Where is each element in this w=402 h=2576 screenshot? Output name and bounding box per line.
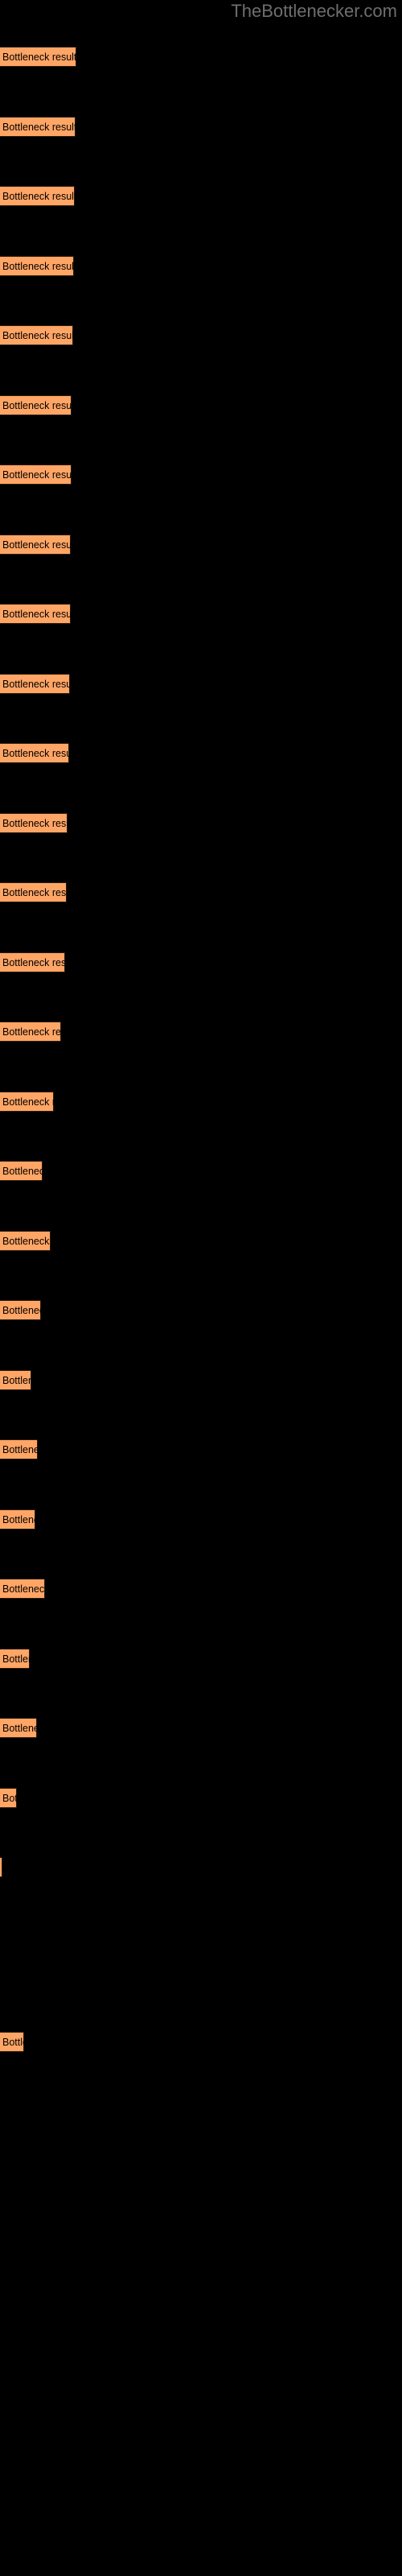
bar[interactable]: [0, 952, 65, 972]
bar[interactable]: [0, 1579, 45, 1599]
bar-row: Bottleneck result: [0, 535, 402, 555]
bar-clip: Bottleneck result: [0, 1439, 38, 1459]
bar[interactable]: [0, 47, 76, 67]
bar[interactable]: [0, 743, 69, 763]
bar[interactable]: [0, 813, 68, 833]
bar[interactable]: [0, 1439, 38, 1459]
bar[interactable]: [0, 1022, 61, 1042]
bar-row: Bottleneck result: [0, 882, 402, 902]
bar[interactable]: [0, 464, 72, 485]
bar-row: Bottleneck result: [0, 464, 402, 485]
bar-row: Bottleneck result: [0, 117, 402, 137]
bar[interactable]: [0, 395, 72, 415]
bar-row: Bottleneck result: [0, 47, 402, 67]
bar-row: Bottleneck result: [0, 1649, 402, 1669]
bar-clip: Bottleneck result: [0, 1788, 17, 1808]
bar-clip: Bottleneck result: [0, 1579, 45, 1599]
bar-clip: Bottleneck result: [0, 256, 74, 276]
bar-row: Bottleneck result: [0, 186, 402, 206]
bar-clip: Bottleneck result: [0, 1300, 41, 1320]
bar-row: Bottleneck result: [0, 1022, 402, 1042]
bar-clip: Bottleneck result: [0, 1092, 54, 1112]
bar-row: Bottleneck result: [0, 1092, 402, 1112]
bar-clip: Bottleneck result: [0, 186, 75, 206]
bar[interactable]: [0, 1092, 54, 1112]
bar-clip: Bottleneck result: [0, 2032, 24, 2052]
bar[interactable]: [0, 674, 70, 694]
bar-row: Bottleneck result: [0, 604, 402, 624]
bar-row: Bottleneck result: [0, 1300, 402, 1320]
bar[interactable]: [0, 1300, 41, 1320]
bar-clip: Bottleneck result: [0, 882, 67, 902]
bar-row: Bottleneck result: [0, 1788, 402, 1808]
bar-clip: Bottleneck result: [0, 535, 71, 555]
bar-row: Bottleneck result: [0, 2032, 402, 2052]
bar-row: Bottleneck result: [0, 1161, 402, 1181]
bar[interactable]: [0, 1788, 17, 1808]
bar-row: Bottleneck result: [0, 325, 402, 345]
bar-clip: Bottleneck result: [0, 464, 72, 485]
bar[interactable]: [0, 325, 73, 345]
bar[interactable]: [0, 186, 75, 206]
bar[interactable]: [0, 604, 71, 624]
bar-row: Bottleneck result: [0, 952, 402, 972]
bar-clip: Bottleneck result: [0, 743, 69, 763]
bar-clip: Bottleneck result: [0, 1857, 2, 1877]
bar-clip: Bottleneck result: [0, 1509, 35, 1530]
bar[interactable]: [0, 1231, 51, 1251]
bar-clip: Bottleneck result: [0, 604, 71, 624]
bar[interactable]: [0, 535, 71, 555]
bar-row: Bottleneck result: [0, 1509, 402, 1530]
bar-row: Bottleneck result: [0, 395, 402, 415]
bar-clip: Bottleneck result: [0, 325, 73, 345]
bar-clip: Bottleneck result: [0, 117, 76, 137]
bar-chart: TheBottlenecker.com Bottleneck result Bot…: [0, 0, 402, 2576]
bar-clip: Bottleneck result: [0, 395, 72, 415]
bar-row: Bottleneck result: [0, 1231, 402, 1251]
bar-clip: Bottleneck result: [0, 1231, 51, 1251]
bar[interactable]: [0, 882, 67, 902]
bar-clip: Bottleneck result: [0, 674, 70, 694]
bar-clip: Bottleneck result: [0, 1022, 61, 1042]
bar[interactable]: [0, 1649, 30, 1669]
bar-row: Bottleneck result: [0, 256, 402, 276]
bar[interactable]: [0, 1718, 37, 1738]
bar[interactable]: [0, 1509, 35, 1530]
bar-clip: Bottleneck result: [0, 47, 76, 67]
bar-row: Bottleneck result: [0, 743, 402, 763]
bar-clip: Bottleneck result: [0, 1649, 30, 1669]
bar[interactable]: [0, 2032, 24, 2052]
bar-row: Bottleneck result: [0, 1579, 402, 1599]
bar[interactable]: [0, 1161, 43, 1181]
bar[interactable]: [0, 1370, 31, 1390]
bar-row: Bottleneck result: [0, 1718, 402, 1738]
bar-row: Bottleneck result: [0, 813, 402, 833]
bar-row: Bottleneck result: [0, 1857, 402, 1877]
bar-clip: Bottleneck result: [0, 1370, 31, 1390]
bar[interactable]: [0, 256, 74, 276]
bar-clip: Bottleneck result: [0, 813, 68, 833]
bar-clip: Bottleneck result: [0, 1718, 37, 1738]
bar-row: Bottleneck result: [0, 674, 402, 694]
bar-clip: Bottleneck result: [0, 952, 65, 972]
bar-row: Bottleneck result: [0, 1370, 402, 1390]
bar-clip: Bottleneck result: [0, 1161, 43, 1181]
bar-row: Bottleneck result: [0, 1439, 402, 1459]
bar[interactable]: [0, 117, 76, 137]
bar[interactable]: [0, 1857, 2, 1877]
bars-layer: Bottleneck result Bottleneck result Bottle…: [0, 0, 402, 2576]
